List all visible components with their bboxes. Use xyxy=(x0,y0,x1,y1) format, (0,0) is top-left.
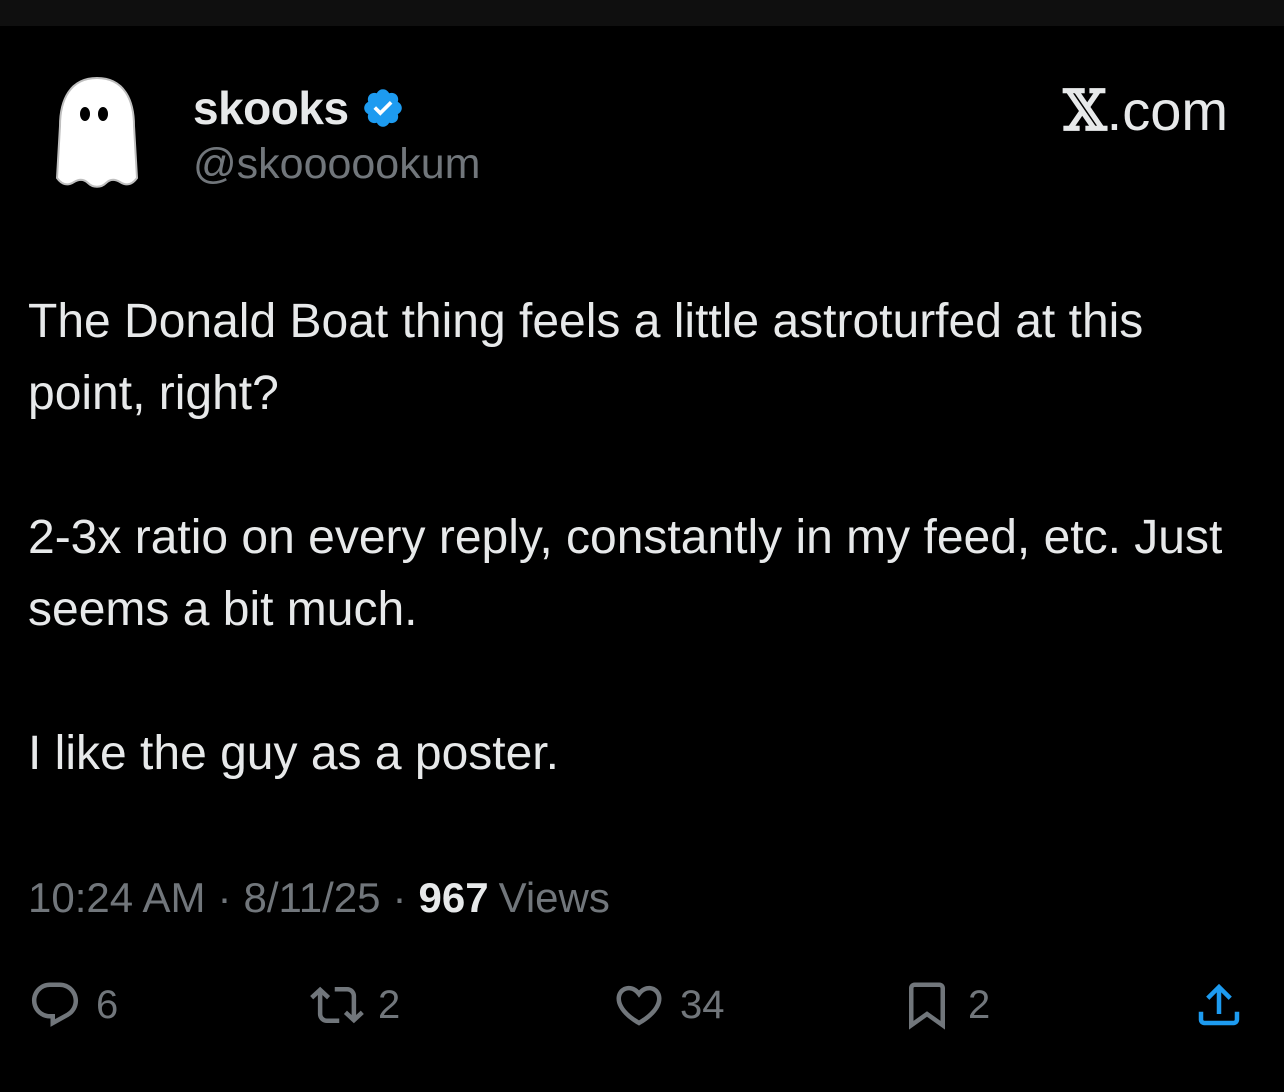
share-button[interactable] xyxy=(1192,970,1246,1040)
views-count: 967 xyxy=(418,874,489,921)
tweet-paragraph: The Donald Boat thing feels a little ast… xyxy=(28,295,1144,420)
tweet-meta: 10:24 AM · 8/11/25 · 967 Views xyxy=(28,874,610,922)
ghost-icon xyxy=(55,76,139,188)
bookmark-button[interactable]: 2 xyxy=(900,970,990,1040)
display-name[interactable]: skooks xyxy=(193,81,349,135)
x-logo-glyph: 𝕏 xyxy=(1063,78,1107,144)
reply-count: 6 xyxy=(96,982,119,1027)
site-label: 𝕏.com xyxy=(1063,78,1228,144)
like-count: 34 xyxy=(680,982,725,1027)
action-bar: 6 2 34 2 xyxy=(0,970,1284,1040)
retweet-icon xyxy=(310,986,364,1024)
reply-icon xyxy=(31,982,79,1027)
tweet-paragraph: 2-3x ratio on every reply, constantly in… xyxy=(28,511,1223,636)
retweet-button[interactable]: 2 xyxy=(310,970,400,1040)
bookmark-icon xyxy=(909,982,945,1030)
retweet-count: 2 xyxy=(378,982,401,1027)
top-strip xyxy=(0,0,1284,26)
tweet-text: The Donald Boat thing feels a little ast… xyxy=(28,286,1228,790)
author-name-row[interactable]: skooks xyxy=(193,80,405,136)
verified-badge-icon xyxy=(363,89,402,127)
avatar[interactable] xyxy=(48,74,146,192)
bookmark-count: 2 xyxy=(968,982,991,1027)
tweet-time[interactable]: 10:24 AM xyxy=(28,874,205,922)
like-button[interactable]: 34 xyxy=(612,970,725,1040)
site-label-rest: .com xyxy=(1106,79,1228,142)
author-handle[interactable]: @skoooookum xyxy=(193,140,480,189)
meta-separator: · xyxy=(217,874,232,921)
share-icon xyxy=(1198,983,1240,1026)
tweet-date[interactable]: 8/11/25 xyxy=(243,874,380,922)
reply-button[interactable]: 6 xyxy=(28,970,118,1040)
tweet-paragraph: I like the guy as a poster. xyxy=(28,727,559,780)
heart-icon xyxy=(616,985,662,1026)
views-label: Views xyxy=(498,874,610,921)
meta-separator: · xyxy=(392,874,407,921)
